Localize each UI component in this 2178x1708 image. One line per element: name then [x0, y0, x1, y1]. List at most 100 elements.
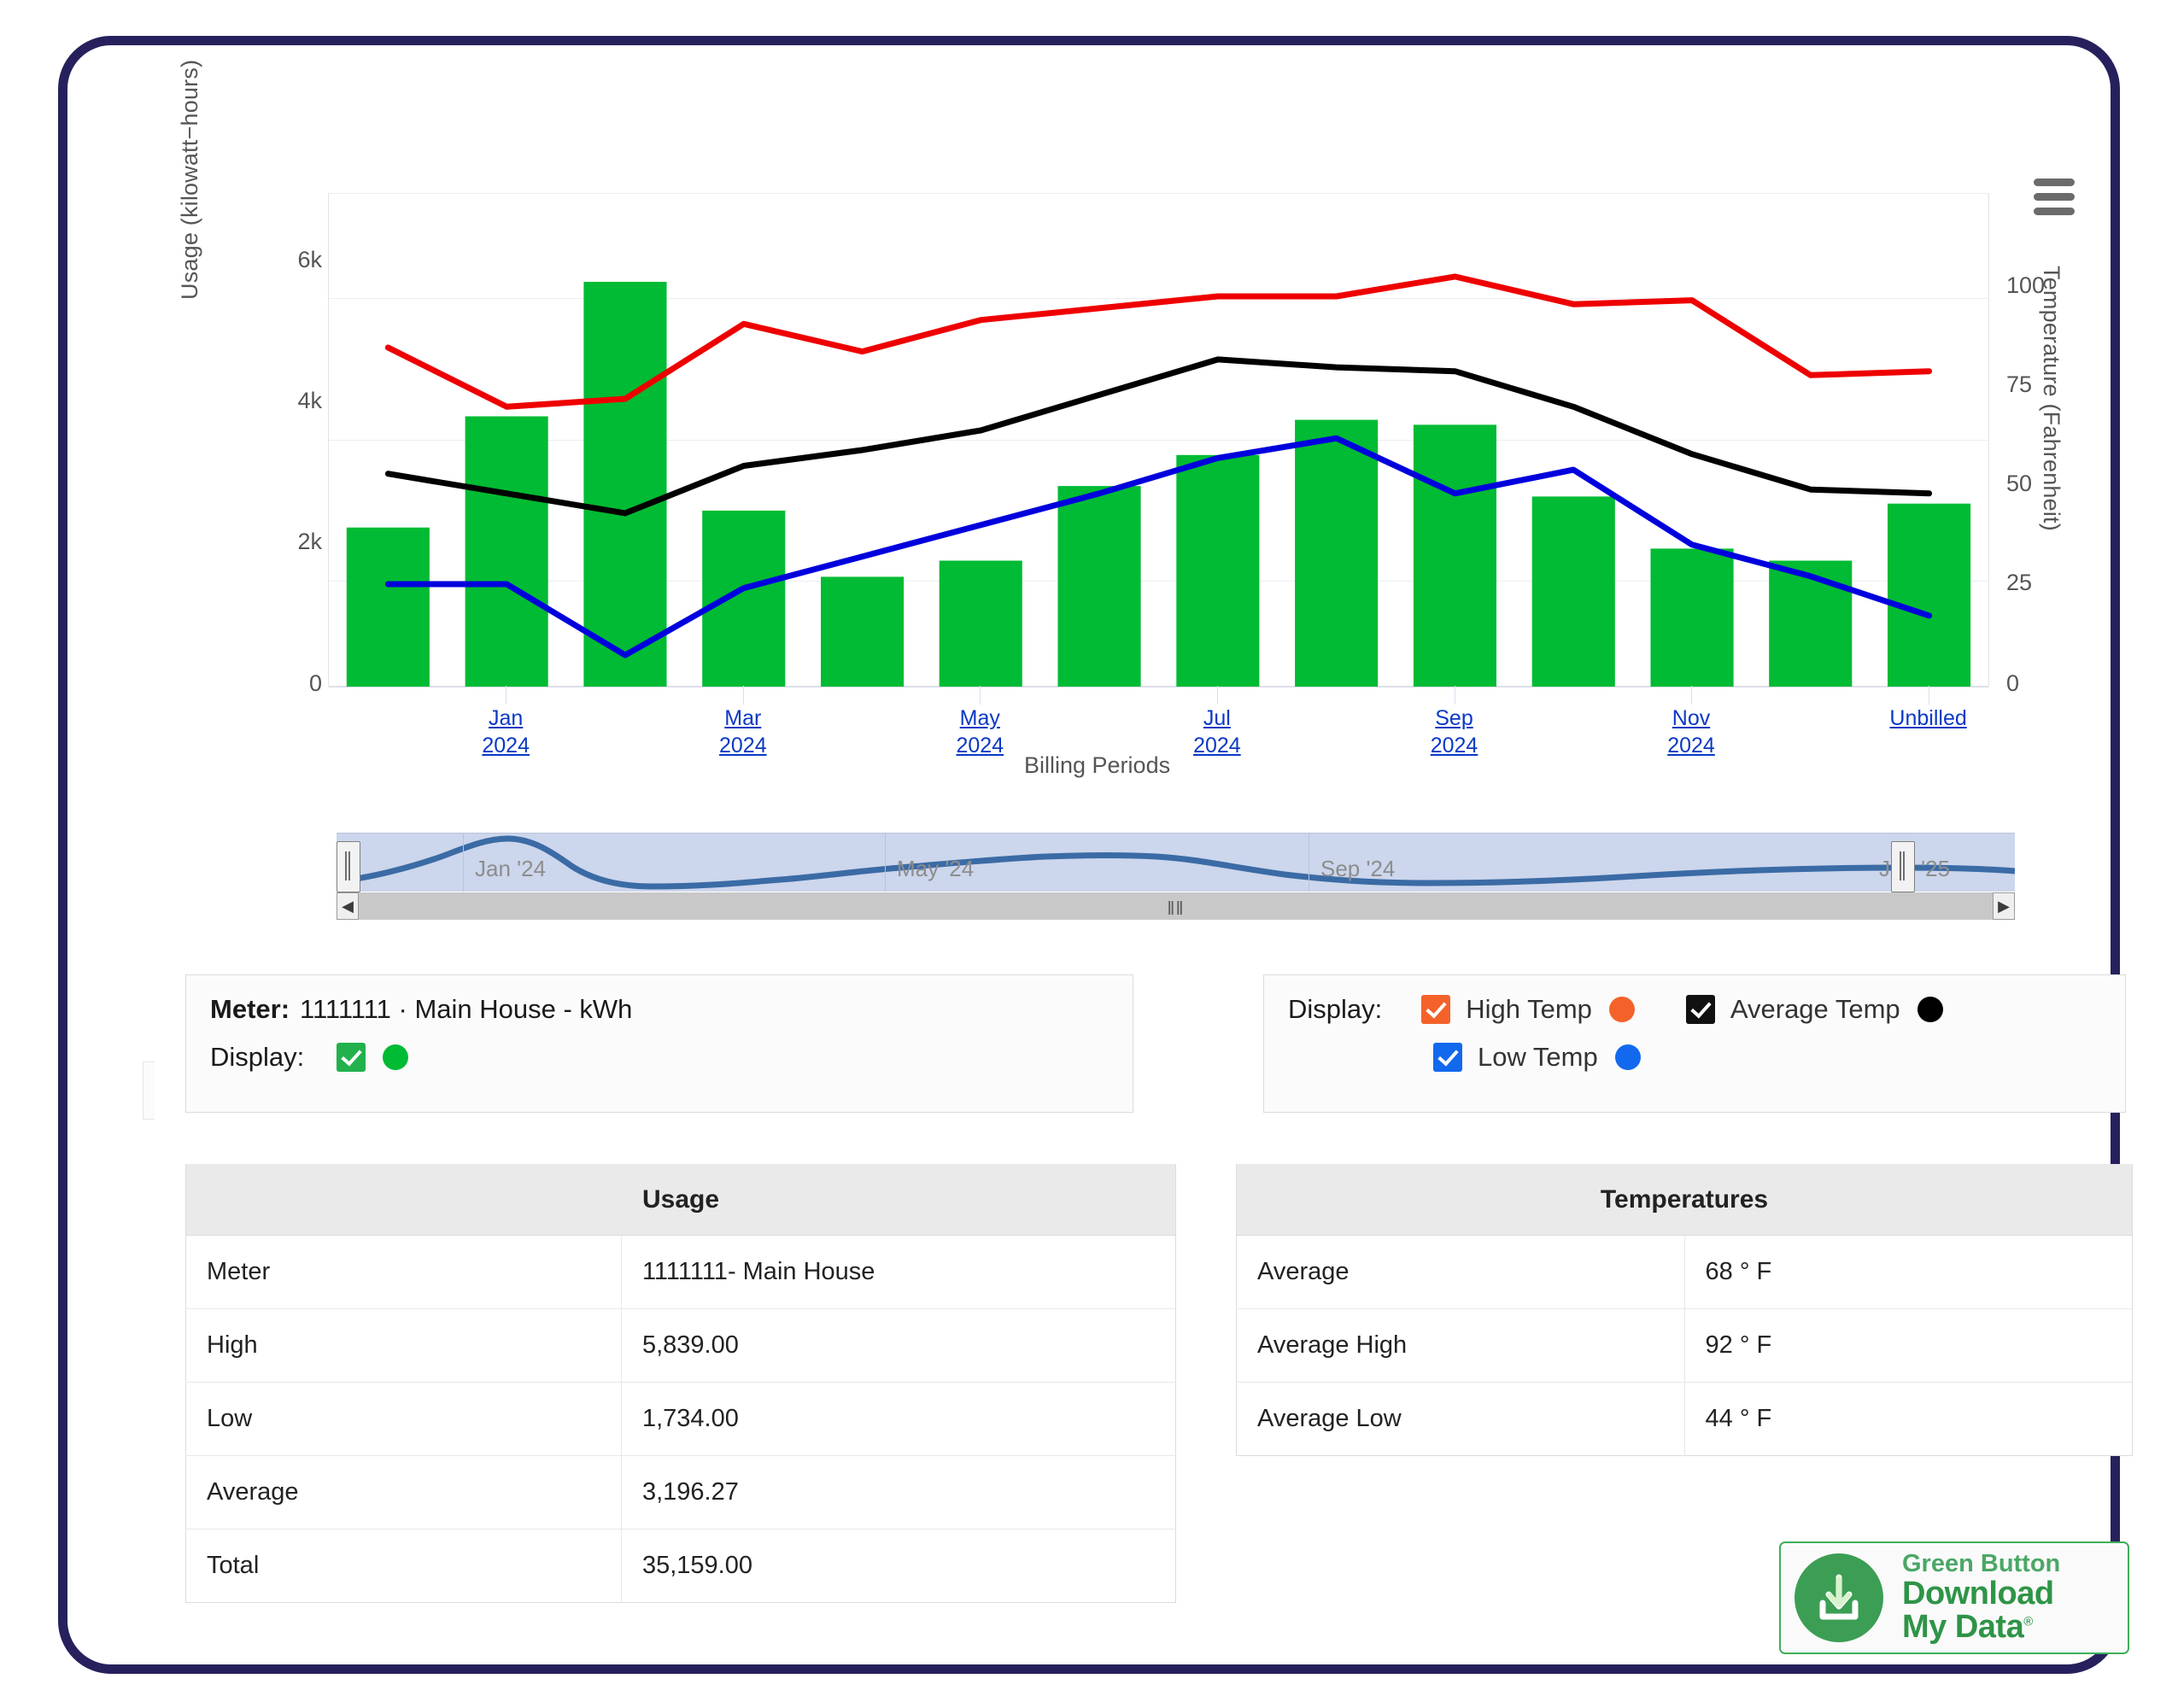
navigator-month-sep24: Sep '24	[1320, 856, 1395, 882]
usage-row-label: Total	[186, 1530, 622, 1603]
green-button-line2: Download	[1902, 1577, 2060, 1611]
average-temp-label: Average Temp	[1730, 994, 1900, 1025]
temp-row-value: 92 ° F	[1684, 1309, 2133, 1383]
x-tick-mark	[1217, 686, 1218, 705]
usage-row-label: Meter	[186, 1236, 622, 1309]
table-row: Average3,196.27	[186, 1456, 1176, 1530]
temperature-display-panel: Display: High Temp Average Temp Low Temp	[1263, 974, 2126, 1113]
y-tick-right-50: 50	[2006, 471, 2075, 497]
temp-table-caption: Temperatures	[1237, 1165, 2133, 1236]
y-tick-left-2k: 2k	[262, 529, 322, 555]
average-temp-checkbox[interactable]	[1686, 995, 1715, 1024]
table-row: Average68 ° F	[1237, 1236, 2133, 1309]
x-tick-label-may[interactable]: May2024	[903, 705, 1057, 759]
y-tick-left-0: 0	[262, 670, 322, 697]
high-temp-color-dot	[1609, 997, 1635, 1022]
x-tick-label-sep[interactable]: Sep2024	[1378, 705, 1531, 759]
usage-chart: Usage (kilowatt−hours) Temperature (Fahr…	[272, 155, 2083, 829]
usage-summary-table: Usage Meter1111111- Main House High5,839…	[185, 1164, 1176, 1603]
x-tick-link-year[interactable]: 2024	[1614, 732, 1768, 759]
scroll-right-button[interactable]: ▶	[1993, 892, 2015, 920]
y-tick-left-6k: 6k	[262, 247, 322, 273]
usage-row-value: 35,159.00	[621, 1530, 1175, 1603]
download-icon	[1795, 1553, 1883, 1642]
navigator-month-may24: May '24	[897, 856, 974, 882]
x-tick-mark	[980, 686, 981, 705]
navigator-month-jan24: Jan '24	[475, 856, 546, 882]
x-tick-link[interactable]: Nov	[1614, 705, 1768, 732]
meter-label: Meter:	[210, 994, 290, 1025]
navigator-scrollbar-grip[interactable]: ‖‖	[1167, 898, 1184, 920]
temp-display-label: Display:	[1288, 994, 1382, 1025]
x-tick-label-jul[interactable]: Jul2024	[1140, 705, 1294, 759]
x-axis-title: Billing Periods	[1024, 752, 1170, 779]
x-tick-link[interactable]: Jan	[429, 705, 583, 732]
meter-series-checkbox[interactable]	[337, 1043, 366, 1072]
low-temp-label: Low Temp	[1478, 1042, 1598, 1073]
scroll-right-arrow-icon: ▶	[1998, 898, 2010, 914]
average-temp-color-dot	[1917, 997, 1943, 1022]
temp-row-value: 68 ° F	[1684, 1236, 2133, 1309]
x-tick-link[interactable]: Unbilled	[1852, 705, 2005, 732]
navigator-sparkline	[337, 834, 2015, 892]
x-tick-link-year[interactable]: 2024	[429, 732, 583, 759]
table-row: Meter1111111- Main House	[186, 1236, 1176, 1309]
navigator-band[interactable]: Jan '24 May '24 Sep '24 Jan '25	[337, 833, 2015, 892]
high-temp-label: High Temp	[1466, 994, 1592, 1025]
chart-range-navigator[interactable]: Jan '24 May '24 Sep '24 Jan '25 ‖‖ ◀ ▶	[328, 829, 2023, 920]
table-row: Average High92 ° F	[1237, 1309, 2133, 1383]
temp-row-label: Average High	[1237, 1309, 1685, 1383]
low-temp-checkbox[interactable]	[1433, 1043, 1462, 1072]
table-row: Low1,734.00	[186, 1383, 1176, 1456]
app-frame: Usage (kilowatt−hours) Temperature (Fahr…	[58, 36, 2120, 1674]
green-button-line3: My Data	[1902, 1609, 2023, 1645]
high-temp-checkbox[interactable]	[1421, 995, 1450, 1024]
green-button-download-my-data[interactable]: Green Button Download My Data®	[1779, 1541, 2129, 1654]
usage-row-label: Average	[186, 1456, 622, 1530]
x-tick-mark	[1691, 686, 1692, 705]
usage-row-label: Low	[186, 1383, 622, 1456]
y-axis-title-left: Usage (kilowatt−hours)	[177, 0, 203, 300]
x-tick-label-unbilled[interactable]: Unbilled	[1852, 705, 2005, 732]
usage-row-value: 1111111- Main House	[621, 1236, 1175, 1309]
usage-row-label: High	[186, 1309, 622, 1383]
scroll-left-arrow-icon: ◀	[342, 898, 354, 914]
meter-series-color-dot	[383, 1044, 408, 1070]
green-button-line1: Green Button	[1902, 1552, 2060, 1577]
chart-series-svg	[329, 194, 1988, 687]
temp-row-label: Average	[1237, 1236, 1685, 1309]
registered-mark: ®	[2023, 1614, 2033, 1629]
x-tick-mark	[743, 686, 744, 705]
table-row: Average Low44 ° F	[1237, 1383, 2133, 1456]
x-tick-link[interactable]: May	[903, 705, 1057, 732]
x-tick-link[interactable]: Jul	[1140, 705, 1294, 732]
x-tick-link-year[interactable]: 2024	[1378, 732, 1531, 759]
scroll-left-button[interactable]: ◀	[337, 892, 359, 920]
navigator-handle-right[interactable]	[1891, 841, 1915, 892]
table-row: Total35,159.00	[186, 1530, 1176, 1603]
panel-side-tab	[143, 1062, 155, 1120]
usage-row-value: 3,196.27	[621, 1456, 1175, 1530]
y-tick-right-25: 25	[2006, 570, 2075, 596]
chart-menu-hamburger-icon[interactable]	[2034, 178, 2075, 222]
usage-table-caption: Usage	[186, 1165, 1176, 1236]
meter-display-panel: Meter: 1111111 · Main House - kWh Displa…	[185, 974, 1133, 1113]
x-tick-label-jan[interactable]: Jan2024	[429, 705, 583, 759]
temp-row-value: 44 ° F	[1684, 1383, 2133, 1456]
temp-row-label: Average Low	[1237, 1383, 1685, 1456]
meter-display-label: Display:	[210, 1042, 304, 1073]
low-temp-color-dot	[1615, 1044, 1641, 1070]
meter-value: 1111111 · Main House - kWh	[300, 994, 632, 1025]
x-tick-label-mar[interactable]: Mar2024	[666, 705, 820, 759]
table-row: High5,839.00	[186, 1309, 1176, 1383]
x-tick-label-nov[interactable]: Nov2024	[1614, 705, 1768, 759]
usage-row-value: 5,839.00	[621, 1309, 1175, 1383]
temperature-summary-table: Temperatures Average68 ° F Average High9…	[1236, 1164, 2133, 1456]
x-tick-link[interactable]: Sep	[1378, 705, 1531, 732]
y-tick-right-75: 75	[2006, 371, 2075, 398]
x-tick-link-year[interactable]: 2024	[666, 732, 820, 759]
y-tick-right-0: 0	[2006, 670, 2075, 697]
usage-row-value: 1,734.00	[621, 1383, 1175, 1456]
navigator-handle-left[interactable]	[337, 841, 360, 892]
x-tick-link[interactable]: Mar	[666, 705, 820, 732]
